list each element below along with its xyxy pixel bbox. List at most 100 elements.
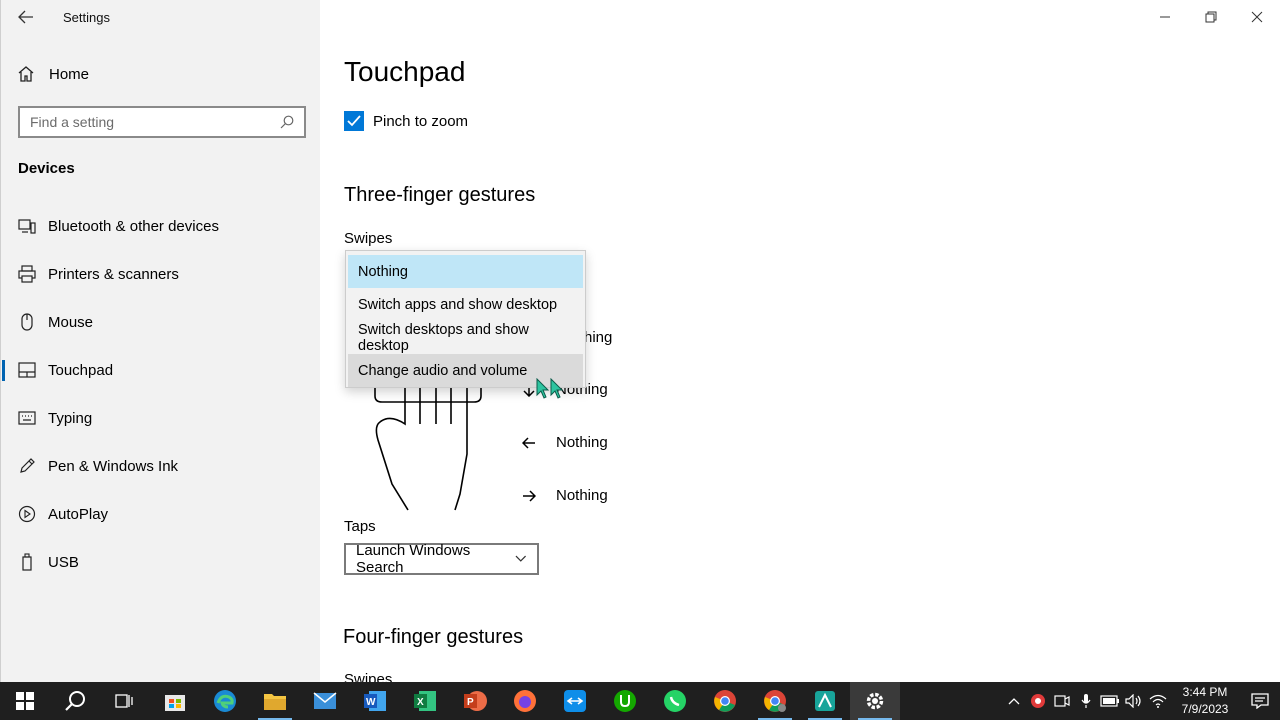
pinch-to-zoom-checkbox[interactable] [344, 111, 364, 131]
sidebar-item-label: Printers & scanners [48, 265, 179, 283]
sidebar-item-label: Bluetooth & other devices [48, 217, 219, 235]
sidebar-item-usb[interactable]: USB [1, 542, 320, 582]
close-icon [1251, 11, 1263, 23]
start-button[interactable] [0, 682, 50, 720]
clock[interactable]: 3:44 PM 7/9/2023 [1170, 684, 1240, 718]
search-setting-box[interactable] [18, 106, 306, 138]
restore-icon [1205, 11, 1217, 23]
swipe-up-value: hing [584, 329, 613, 346]
sidebar-item-bluetooth[interactable]: Bluetooth & other devices [1, 206, 320, 246]
dropdown-option-switch-desktops[interactable]: Switch desktops and show desktop [348, 321, 583, 354]
file-explorer-icon [264, 694, 286, 710]
microphone-icon [1081, 694, 1091, 708]
taskbar-video-editor[interactable] [800, 682, 850, 720]
record-icon [1031, 694, 1045, 708]
taskbar-excel[interactable]: X [400, 682, 450, 720]
arrow-left-icon [520, 436, 538, 450]
bluetooth-devices-icon [17, 216, 37, 236]
taskbar-store[interactable] [150, 682, 200, 720]
taps-label: Taps [344, 518, 376, 535]
taskbar-whatsapp[interactable] [650, 682, 700, 720]
taskbar-edge[interactable] [200, 682, 250, 720]
page-title: Touchpad [344, 56, 466, 87]
wifi-icon [1149, 694, 1167, 708]
show-hidden-icons-button[interactable] [1002, 682, 1026, 720]
task-view-icon [115, 694, 133, 708]
mouse-cursor-icon [536, 378, 564, 399]
window-title: Settings [63, 10, 110, 25]
taskbar-teamviewer[interactable] [550, 682, 600, 720]
sidebar-item-label: Touchpad [48, 361, 114, 379]
taskbar: W X P 3:44 PM 7/9/2023 [0, 682, 1280, 720]
sidebar-item-mouse[interactable]: Mouse [1, 302, 320, 342]
clock-date: 7/9/2023 [1181, 702, 1229, 716]
chevron-down-icon [515, 555, 527, 562]
settings-icon [866, 692, 884, 710]
taskbar-chrome-profile[interactable] [750, 682, 800, 720]
svg-text:W: W [366, 697, 376, 708]
swipe-right-value: Nothing [556, 487, 608, 504]
mail-icon [313, 692, 337, 709]
volume-button[interactable] [1122, 682, 1146, 720]
taskbar-mail[interactable] [300, 682, 350, 720]
minimize-icon [1160, 16, 1170, 18]
four-finger-heading: Four-finger gestures [343, 626, 524, 648]
record-tray-button[interactable] [1026, 682, 1050, 720]
chrome-icon [714, 690, 736, 712]
teamviewer-icon [564, 690, 586, 712]
sidebar-item-label: Pen & Windows Ink [48, 457, 179, 475]
taskbar-chrome[interactable] [700, 682, 750, 720]
minimize-button[interactable] [1142, 2, 1188, 32]
home-nav[interactable]: Home [17, 62, 89, 86]
touchpad-icon [17, 360, 37, 380]
edge-icon [214, 690, 236, 712]
back-button[interactable] [13, 4, 39, 30]
whatsapp-icon [664, 690, 686, 712]
network-button[interactable] [1146, 682, 1170, 720]
taskbar-powerpoint[interactable]: P [450, 682, 500, 720]
arrow-right-icon [520, 489, 538, 503]
meet-now-button[interactable] [1050, 682, 1074, 720]
swipe-left-row: Nothing [520, 434, 608, 451]
taps-dropdown[interactable]: Launch Windows Search [344, 542, 539, 576]
sidebar-item-label: AutoPlay [48, 505, 109, 523]
taskbar-upwork[interactable] [600, 682, 650, 720]
dropdown-option-switch-apps[interactable]: Switch apps and show desktop [348, 288, 583, 321]
battery-button[interactable] [1098, 682, 1122, 720]
start-icon [16, 692, 34, 710]
search-input[interactable] [30, 114, 260, 130]
swipe-right-row: Nothing [520, 487, 608, 504]
speaker-icon [1125, 694, 1141, 708]
restore-button[interactable] [1188, 2, 1234, 32]
sidebar-item-autoplay[interactable]: AutoPlay [1, 494, 320, 534]
back-arrow-icon [18, 10, 33, 24]
taskbar-search-button[interactable] [50, 682, 100, 720]
search-icon [65, 691, 85, 711]
taskbar-settings[interactable] [850, 682, 900, 720]
sidebar-item-printers[interactable]: Printers & scanners [1, 254, 320, 294]
taps-value: Launch Windows Search [356, 542, 471, 576]
upwork-icon [614, 690, 636, 712]
system-tray: 3:44 PM 7/9/2023 [1002, 682, 1280, 720]
svg-text:P: P [467, 697, 474, 708]
taskbar-firefox[interactable] [500, 682, 550, 720]
task-view-button[interactable] [100, 682, 150, 720]
sidebar-item-pen[interactable]: Pen & Windows Ink [1, 446, 320, 486]
action-center-button[interactable] [1240, 682, 1280, 720]
microphone-button[interactable] [1074, 682, 1098, 720]
pinch-to-zoom-label: Pinch to zoom [373, 112, 469, 130]
close-button[interactable] [1234, 2, 1280, 32]
pinch-to-zoom-option[interactable]: Pinch to zoom [344, 111, 468, 131]
dropdown-option-nothing[interactable]: Nothing [348, 255, 583, 288]
chrome-profile-icon [764, 690, 786, 712]
taskbar-word[interactable]: W [350, 682, 400, 720]
sidebar-item-typing[interactable]: Typing [1, 398, 320, 438]
sidebar-item-touchpad[interactable]: Touchpad [1, 350, 320, 390]
excel-icon: X [414, 691, 436, 711]
autoplay-icon [17, 504, 37, 524]
taskbar-file-explorer[interactable] [250, 682, 300, 720]
section-title: Devices [18, 160, 75, 177]
battery-icon [1100, 695, 1119, 707]
checkmark-icon [347, 115, 361, 127]
word-icon: W [364, 691, 386, 711]
